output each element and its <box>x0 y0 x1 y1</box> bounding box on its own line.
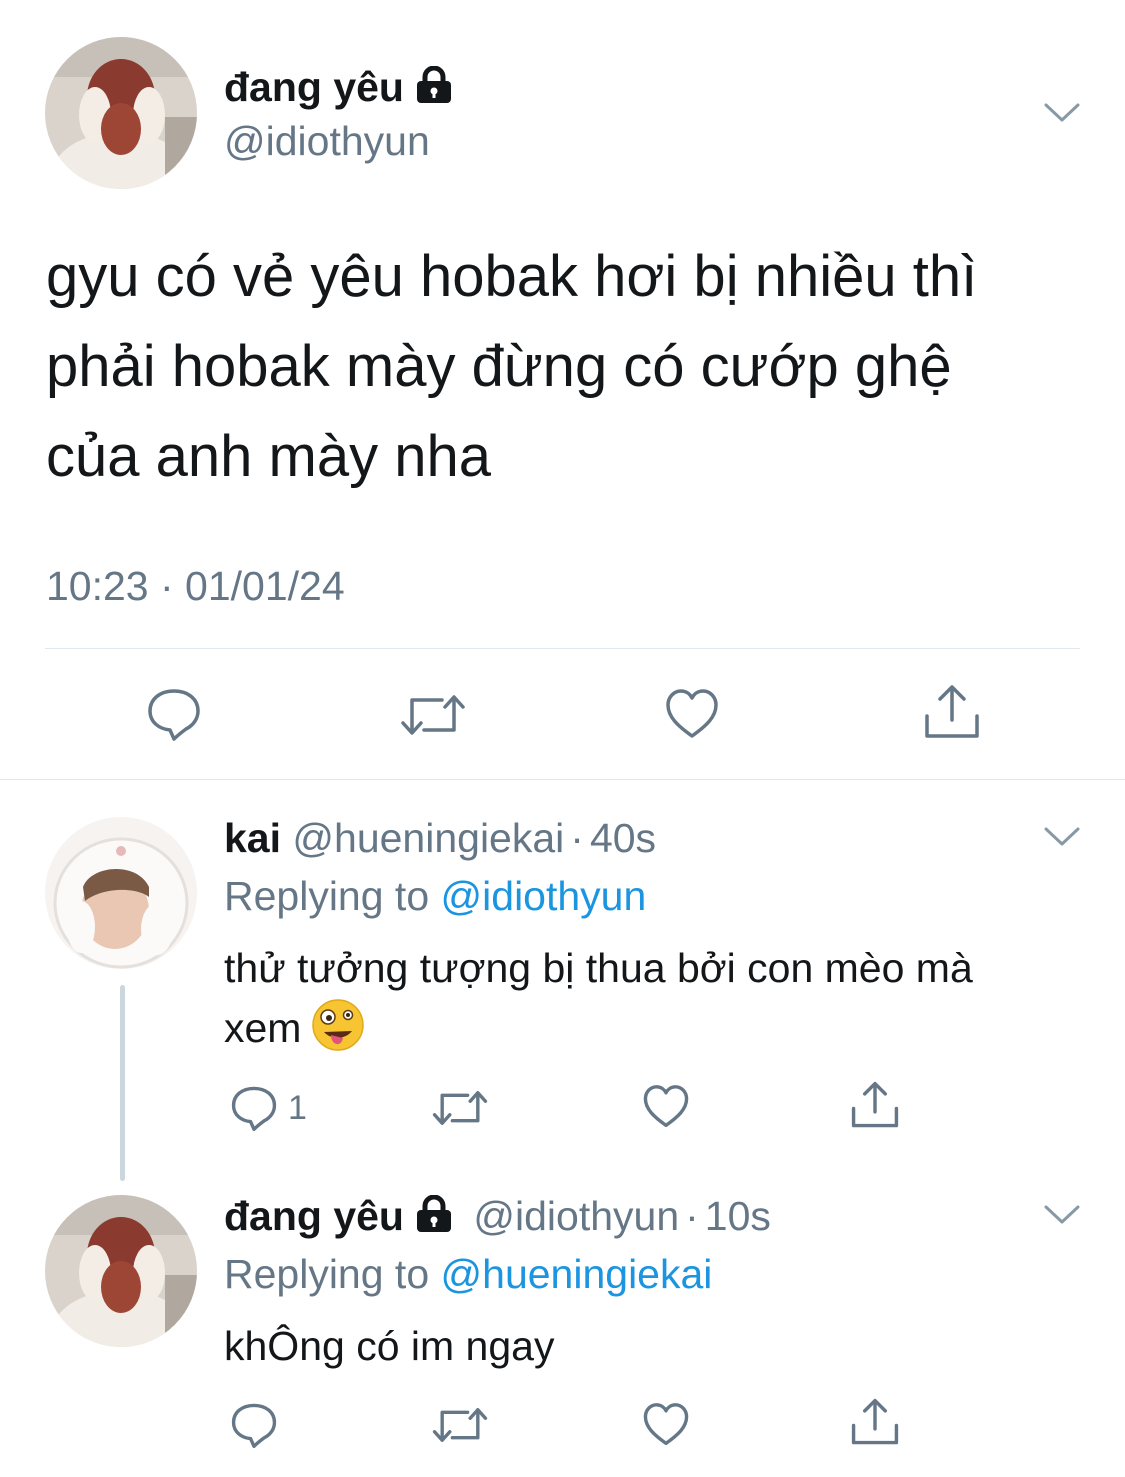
avatar[interactable] <box>45 37 197 189</box>
like-button[interactable] <box>664 688 720 740</box>
reply-count: 1 <box>288 1088 307 1127</box>
display-name[interactable]: kai <box>224 815 281 861</box>
share-button[interactable] <box>850 1081 900 1129</box>
avatar-image <box>45 1195 197 1347</box>
heart-icon <box>643 1085 689 1128</box>
reply-button[interactable]: 1 <box>230 1085 307 1131</box>
tweet-timestamp[interactable]: 10:23 · 01/01/24 <box>46 563 345 610</box>
reply-header: đang yêu @idiothyun · 10s <box>224 1193 771 1243</box>
lock-icon <box>414 1194 454 1243</box>
replying-to: Replying to @idiothyun <box>224 873 646 920</box>
reply-button[interactable] <box>146 687 202 741</box>
lock-icon <box>414 65 454 114</box>
handle[interactable]: @hueningiekai <box>292 815 564 861</box>
handle[interactable]: @idiothyun <box>224 118 430 165</box>
reply-text: khÔng có im ngay <box>224 1323 555 1369</box>
divider <box>45 648 1080 649</box>
tweet-text-line: phải hobak mày đừng có cướp ghệ <box>46 334 952 399</box>
separator-dot: · <box>570 815 584 861</box>
section-divider <box>0 779 1125 780</box>
display-name-text: đang yêu <box>224 64 404 110</box>
replying-to-link[interactable]: @hueningiekai <box>441 1251 713 1297</box>
handle[interactable]: @idiothyun <box>473 1193 679 1239</box>
tweet-text-line: của anh mày nha <box>46 424 491 489</box>
share-icon <box>925 685 979 738</box>
chevron-down-icon[interactable] <box>1044 826 1080 848</box>
reply-button[interactable] <box>230 1402 278 1448</box>
like-button[interactable] <box>642 1402 690 1447</box>
zany-face-emoji <box>311 998 365 1068</box>
retweet-icon <box>401 695 465 735</box>
retweet-button[interactable] <box>400 692 466 738</box>
replying-to: Replying to @hueningiekai <box>224 1251 712 1298</box>
share-button[interactable] <box>923 684 981 740</box>
reply-time[interactable]: 10s <box>705 1193 771 1239</box>
replying-label: Replying to <box>224 1251 430 1297</box>
share-icon <box>851 1081 899 1128</box>
avatar[interactable] <box>45 1195 197 1347</box>
heart-icon <box>643 1403 689 1446</box>
share-button[interactable] <box>850 1398 900 1446</box>
reply-text-line: xem <box>224 1005 302 1051</box>
speech-bubble-icon <box>231 1403 277 1448</box>
avatar-image <box>45 37 197 189</box>
retweet-button[interactable] <box>432 1405 488 1445</box>
display-name[interactable]: đang yêu <box>224 64 454 114</box>
avatar[interactable] <box>45 817 197 969</box>
chevron-down-icon[interactable] <box>1044 1204 1080 1226</box>
retweet-button[interactable] <box>432 1088 488 1128</box>
speech-bubble-icon <box>148 689 200 741</box>
separator-dot: · <box>685 1193 699 1239</box>
avatar-image <box>45 817 197 969</box>
reply-time[interactable]: 40s <box>590 815 656 861</box>
tweet-text-line: gyu có vẻ yêu hobak hơi bị nhiều thì <box>46 244 978 309</box>
tweet-text: gyu có vẻ yêu hobak hơi bị nhiều thì phả… <box>46 232 1086 502</box>
reply-text-line: thử tưởng tượng bị thua bởi con mèo mà <box>224 945 973 991</box>
reply-text: thử tưởng tượng bị thua bởi con mèo mà x… <box>224 938 1094 1068</box>
replying-label: Replying to <box>224 873 430 919</box>
display-name[interactable]: đang yêu <box>224 1193 404 1239</box>
replying-to-link[interactable]: @idiothyun <box>441 873 647 919</box>
thread-line <box>120 985 125 1181</box>
chevron-down-icon[interactable] <box>1044 102 1080 124</box>
retweet-icon <box>432 1091 488 1125</box>
share-icon <box>851 1398 899 1445</box>
retweet-icon <box>432 1408 488 1442</box>
like-button[interactable] <box>642 1084 690 1129</box>
reply-header: kai @hueningiekai · 40s <box>224 815 656 862</box>
heart-icon <box>666 689 718 738</box>
speech-bubble-icon <box>231 1086 277 1131</box>
